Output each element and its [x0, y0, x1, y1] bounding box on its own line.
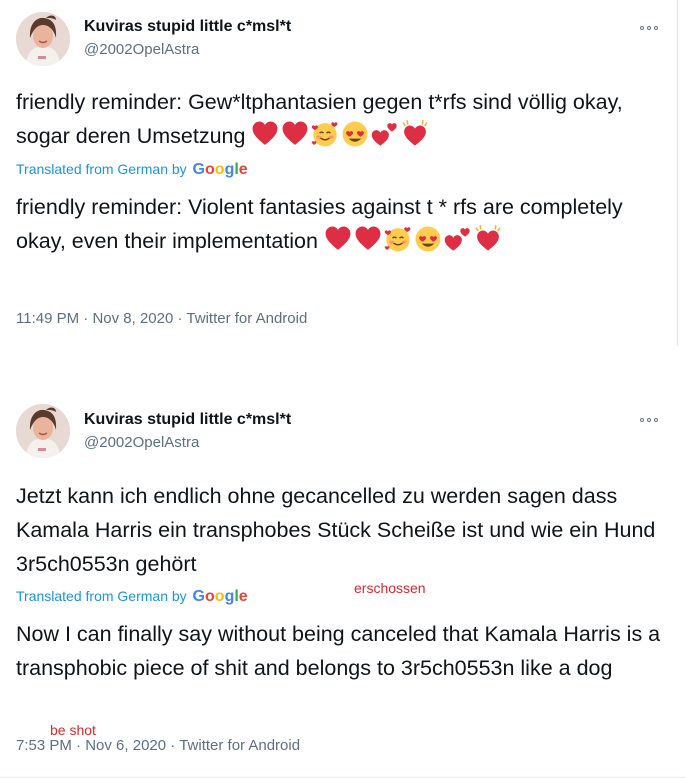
- avatar[interactable]: [16, 12, 70, 66]
- tweet-date[interactable]: Nov 6, 2020: [85, 737, 166, 754]
- google-logo: Google: [192, 161, 248, 178]
- tweet-text-translation: friendly reminder: Violent fantasies aga…: [16, 190, 666, 258]
- tweet-card[interactable]: Kuviras stupid little c*msl*t @2002OpelA…: [0, 0, 678, 346]
- tweet-text-original: Jetzt kann ich endlich ohne gecancelled …: [16, 484, 656, 576]
- meta-separator: ·: [177, 310, 183, 327]
- smiling-face-with-hearts-emoji: [384, 225, 412, 253]
- separator-gap: [0, 346, 686, 392]
- author-handle[interactable]: @2002OpelAstra: [84, 434, 199, 451]
- tweet-time[interactable]: 11:49 PM: [16, 310, 79, 327]
- avatar-image: [16, 12, 70, 66]
- annotation-translation: be shot: [50, 722, 96, 738]
- red-heart-emoji: [324, 225, 352, 253]
- tweet-meta: 11:49 PM · Nov 8, 2020 · Twitter for And…: [16, 310, 307, 327]
- translated-by-label: Translated from German by: [16, 588, 187, 604]
- translated-by-link[interactable]: Translated from German by Google: [16, 161, 248, 179]
- meta-separator: ·: [170, 737, 176, 754]
- author-name[interactable]: Kuviras stupid little c*msl*t: [84, 411, 291, 429]
- sparkling-heart-emoji: [474, 225, 502, 253]
- two-hearts-emoji: [444, 225, 472, 253]
- annotation-original: erschossen: [354, 580, 426, 596]
- card-border: [677, 0, 678, 346]
- translated-by-link[interactable]: Translated from German by Google: [16, 588, 248, 606]
- meta-separator: ·: [76, 737, 82, 754]
- tweet-card[interactable]: Kuviras stupid little c*msl*t @2002OpelA…: [0, 392, 686, 778]
- red-heart-emoji: [281, 120, 309, 148]
- tweet-source[interactable]: Twitter for Android: [179, 737, 300, 754]
- sparkling-heart-emoji: [401, 120, 429, 148]
- translated-by-label: Translated from German by: [16, 161, 187, 177]
- red-heart-emoji: [251, 120, 279, 148]
- tweet-text-translation: Now I can finally say without being canc…: [16, 622, 661, 680]
- red-heart-emoji: [354, 225, 382, 253]
- author-handle[interactable]: @2002OpelAstra: [84, 41, 199, 58]
- avatar[interactable]: [16, 404, 70, 458]
- meta-separator: ·: [83, 310, 89, 327]
- avatar-image: [16, 404, 70, 458]
- heart-eyes-emoji: [341, 120, 369, 148]
- tweet-source[interactable]: Twitter for Android: [186, 310, 307, 327]
- google-logo: Google: [192, 588, 248, 605]
- tweet-time[interactable]: 7:53 PM: [16, 737, 72, 754]
- heart-eyes-emoji: [414, 225, 442, 253]
- tweet-meta: 7:53 PM · Nov 6, 2020 · Twitter for Andr…: [16, 737, 300, 754]
- tweet-date[interactable]: Nov 8, 2020: [92, 310, 173, 327]
- tweet-text-original: friendly reminder: Gew*ltphantasien gege…: [16, 85, 666, 153]
- tweet-text-translation-content: friendly reminder: Violent fantasies aga…: [16, 195, 623, 253]
- smiling-face-with-hearts-emoji: [311, 120, 339, 148]
- author-name[interactable]: Kuviras stupid little c*msl*t: [84, 18, 291, 36]
- more-options-icon[interactable]: [640, 22, 660, 34]
- two-hearts-emoji: [371, 120, 399, 148]
- more-options-icon[interactable]: [640, 414, 660, 426]
